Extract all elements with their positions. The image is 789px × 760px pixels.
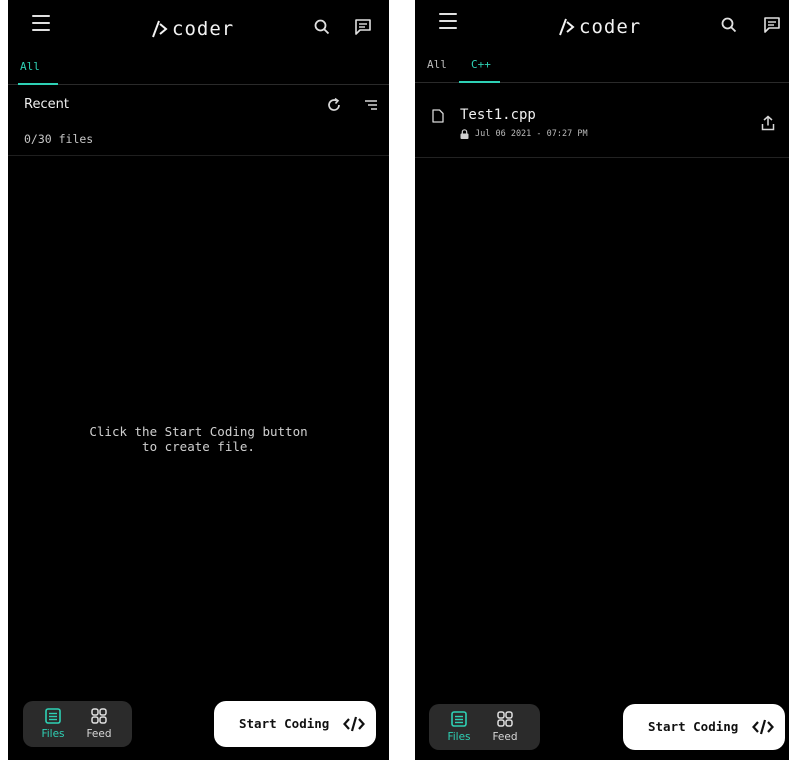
app-logo: coder	[148, 16, 234, 42]
divider	[8, 155, 389, 156]
file-timestamp: Jul 06 2021 - 07:27 PM	[475, 129, 588, 139]
nav-feed-label: Feed	[86, 728, 112, 740]
feedback-icon[interactable]	[763, 16, 781, 34]
start-coding-label: Start Coding	[648, 719, 739, 734]
logo-text: coder	[579, 16, 642, 38]
list-box-icon	[45, 708, 61, 724]
feedback-icon[interactable]	[354, 18, 372, 36]
language-tabs: All C++	[415, 54, 789, 83]
menu-icon[interactable]	[32, 15, 50, 31]
file-item[interactable]: Test1.cpp Jul 06 2021 - 07:27 PM	[415, 95, 789, 158]
logo-mark-icon	[152, 20, 168, 38]
empty-state-line-1: Click the Start Coding button	[89, 424, 308, 439]
share-icon[interactable]	[761, 115, 775, 131]
nav-files[interactable]: Files	[33, 707, 73, 743]
code-brackets-icon	[752, 719, 774, 735]
file-icon	[432, 109, 444, 123]
tab-indicator	[18, 83, 58, 85]
recent-header: Recent	[24, 97, 389, 117]
code-brackets-icon	[343, 716, 365, 732]
nav-feed-label: Feed	[492, 731, 518, 743]
bottom-nav: Files Feed	[429, 704, 540, 750]
nav-files[interactable]: Files	[439, 710, 479, 746]
nav-feed[interactable]: Feed	[79, 707, 119, 743]
nav-feed[interactable]: Feed	[485, 710, 525, 746]
app-bar: coder	[415, 0, 789, 56]
empty-state-message: Click the Start Coding button to create …	[8, 424, 389, 454]
screen-left: coder All Recent 0/30 files Click the St…	[8, 0, 389, 760]
grid-icon	[91, 708, 107, 724]
logo-text: coder	[172, 18, 235, 40]
file-meta: Jul 06 2021 - 07:27 PM	[460, 129, 588, 139]
search-icon[interactable]	[720, 16, 738, 34]
empty-state-line-2: to create file.	[142, 439, 255, 454]
screen-right: coder All C++ Test1.cpp Jul 06 2021 - 07…	[415, 0, 789, 760]
start-coding-label: Start Coding	[239, 716, 330, 731]
tab-cpp[interactable]: C++	[459, 58, 500, 83]
logo-mark-icon	[559, 18, 575, 36]
tab-all[interactable]: All	[427, 58, 447, 80]
list-box-icon	[451, 711, 467, 727]
tab-all[interactable]: All	[18, 60, 58, 85]
refresh-icon[interactable]	[326, 97, 342, 113]
menu-icon[interactable]	[439, 13, 457, 29]
tab-indicator	[459, 81, 500, 83]
search-icon[interactable]	[313, 18, 331, 36]
tab-all-label: All	[20, 60, 40, 73]
nav-files-label: Files	[41, 728, 65, 740]
section-title: Recent	[24, 97, 69, 112]
app-bar: coder	[8, 0, 389, 56]
file-name: Test1.cpp	[460, 107, 536, 123]
nav-files-label: Files	[447, 731, 471, 743]
tab-all-label: All	[427, 58, 447, 71]
bottom-nav: Files Feed	[23, 701, 132, 747]
tab-cpp-label: C++	[471, 58, 491, 71]
lock-icon	[460, 129, 469, 139]
file-count: 0/30 files	[24, 132, 94, 146]
app-logo: coder	[555, 14, 641, 40]
start-coding-button[interactable]: Start Coding	[623, 704, 785, 750]
language-tabs: All	[8, 56, 389, 85]
grid-icon	[497, 711, 513, 727]
sort-icon[interactable]	[364, 98, 378, 112]
start-coding-button[interactable]: Start Coding	[214, 701, 376, 747]
